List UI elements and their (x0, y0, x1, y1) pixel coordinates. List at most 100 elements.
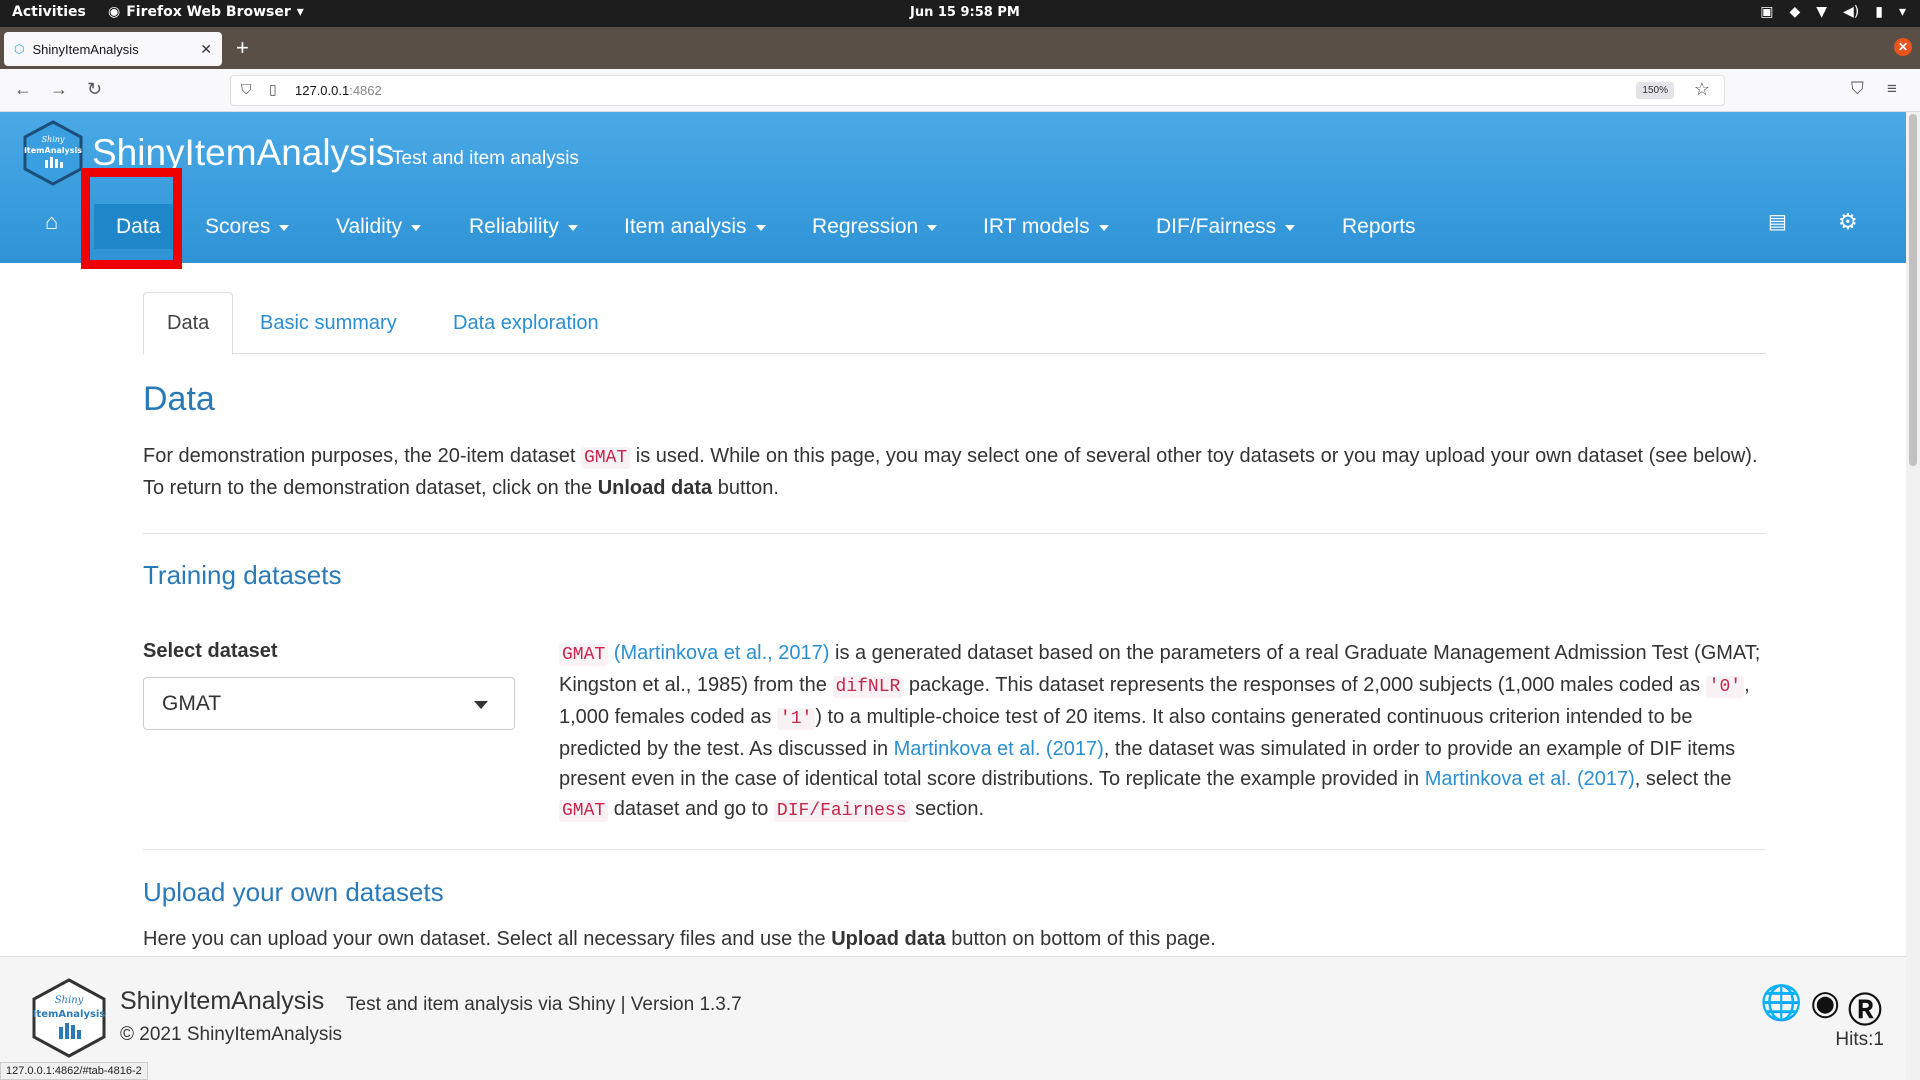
page-info-icon[interactable]: ▯ (269, 81, 277, 98)
activities-button[interactable]: Activities (12, 4, 86, 20)
desc-text: , select the (1634, 768, 1732, 790)
upload-text: button on bottom of this page. (945, 928, 1216, 950)
shield-icon[interactable]: ⛉ (241, 81, 252, 98)
system-tray[interactable]: ▣ ◆ ▼ ◀) ▮ ▾ (1760, 4, 1906, 20)
upload-text: Here you can upload your own dataset. Se… (143, 928, 832, 950)
forward-icon[interactable]: → (50, 79, 68, 100)
tab-title: ShinyItemAnalysis (32, 41, 139, 57)
r-icon[interactable]: Ⓡ (1848, 983, 1882, 1032)
desc-text: dataset and go to (608, 798, 774, 820)
menu-label: Reliability (469, 214, 559, 238)
svg-text:ItemAnalysis: ItemAnalysis (33, 1009, 106, 1020)
app-name: Firefox Web Browser (126, 4, 291, 20)
caret-down-icon (927, 224, 938, 231)
code-gmat: GMAT (581, 447, 631, 469)
scrollbar-thumb[interactable] (1909, 114, 1917, 466)
select-dataset-label: Select dataset (143, 640, 278, 662)
back-icon[interactable]: ← (14, 79, 32, 100)
menu-item-analysis[interactable]: Item analysis (624, 204, 766, 249)
desc-text: package. This dataset represents the res… (903, 674, 1706, 696)
globe-icon[interactable]: 🌐 (1760, 983, 1802, 1032)
divider (143, 849, 1766, 850)
tab-basic-summary[interactable]: Basic summary (237, 292, 420, 354)
app-menu[interactable]: ◉ Firefox Web Browser ▾ (108, 4, 304, 20)
svg-text:Shiny: Shiny (55, 995, 84, 1006)
browser-tab-bar: ⬡ ShinyItemAnalysis ✕ + ✕ (0, 27, 1920, 69)
zoom-level[interactable]: 150% (1636, 82, 1674, 99)
reload-icon[interactable]: ↻ (87, 79, 102, 100)
intro-paragraph: For demonstration purposes, the 20-item … (143, 441, 1768, 503)
menu-reliability[interactable]: Reliability (469, 204, 578, 249)
tab-data-exploration[interactable]: Data exploration (430, 292, 622, 354)
new-tab-button[interactable]: + (236, 35, 249, 61)
citation-link[interactable]: Martinkova et al. (2017) (1425, 768, 1635, 790)
footer-title: ShinyItemAnalysis (120, 987, 325, 1015)
github-icon[interactable]: ◉ (1810, 983, 1840, 1032)
main-content: Data Basic summary Data exploration Data… (0, 263, 1906, 956)
desc-text: section. (909, 798, 985, 820)
window-close-button[interactable]: ✕ (1894, 38, 1912, 56)
dataset-select[interactable]: GMAT (143, 677, 515, 730)
caret-down-icon (411, 224, 422, 231)
hamburger-menu-icon[interactable]: ≡ (1887, 79, 1897, 99)
divider (143, 533, 1766, 534)
browser-tab[interactable]: ⬡ ShinyItemAnalysis ✕ (4, 32, 222, 66)
menu-validity[interactable]: Validity (336, 204, 422, 249)
caret-down-icon (1098, 224, 1109, 231)
code-difnlr: difNLR (832, 676, 904, 698)
bookmark-star-icon[interactable]: ☆ (1694, 79, 1710, 100)
app-logo[interactable]: Shiny ItemAnalysis (20, 120, 86, 186)
svg-text:Shiny: Shiny (42, 135, 65, 144)
upload-bold: Upload data (831, 928, 946, 950)
caret-down-icon (1285, 224, 1296, 231)
volume-icon[interactable]: ◀) (1843, 4, 1859, 20)
teams-icon[interactable]: ◆ (1789, 4, 1800, 20)
wifi-icon[interactable]: ▼ (1816, 4, 1827, 20)
page-tabs: Data Basic summary Data exploration (143, 292, 1766, 355)
tab-data[interactable]: Data (143, 292, 234, 355)
book-icon[interactable]: ▤ (1768, 209, 1787, 234)
address-bar[interactable]: ⛉ ▯ 127.0.0.1:4862 150% ☆ (230, 75, 1725, 106)
url-text[interactable]: 127.0.0.1:4862 (295, 83, 382, 98)
intro-text: For demonstration purposes, the 20-item … (143, 445, 582, 467)
caret-down-icon (567, 224, 578, 231)
menu-dif-fairness[interactable]: DIF/Fairness (1156, 204, 1296, 249)
menu-label: Data (116, 214, 161, 238)
upload-heading: Upload your own datasets (143, 877, 444, 907)
code-one: '1' (776, 708, 816, 730)
app-title: ShinyItemAnalysis (92, 132, 395, 173)
menu-data[interactable]: Data (94, 204, 183, 249)
menu-reports[interactable]: Reports (1342, 204, 1416, 249)
training-heading: Training datasets (143, 560, 342, 590)
citation-link[interactable]: (Martinkova et al., 2017) (614, 642, 830, 664)
close-tab-icon[interactable]: ✕ (200, 41, 212, 58)
menu-irt-models[interactable]: IRT models (983, 204, 1109, 249)
upload-paragraph: Here you can upload your own dataset. Se… (143, 928, 1216, 951)
citation-link[interactable]: Martinkova et al. (2017) (894, 738, 1104, 760)
caret-down-icon (279, 224, 290, 231)
hits-counter: Hits:1 (1835, 1029, 1884, 1050)
home-icon[interactable]: ⌂ (45, 209, 58, 235)
menu-label: Item analysis (624, 214, 747, 238)
menu-label: Regression (812, 214, 919, 238)
pocket-icon[interactable]: ⛉ (1851, 79, 1864, 99)
clock[interactable]: Jun 15 9:58 PM (910, 5, 1020, 20)
menu-label: Validity (336, 214, 403, 238)
code-gmat: GMAT (559, 644, 609, 666)
code-gmat: GMAT (559, 800, 609, 822)
app-subtitle: Test and item analysis (392, 148, 579, 169)
display-icon[interactable]: ▣ (1760, 4, 1773, 20)
battery-icon[interactable]: ▮ (1875, 4, 1883, 20)
footer-logo: Shiny ItemAnalysis (32, 978, 106, 1058)
gear-icon[interactable]: ⚙ (1838, 209, 1858, 235)
tab-label: Data (167, 312, 210, 334)
footer-links: 🌐 ◉ Ⓡ (1760, 983, 1882, 1032)
tab-label: Basic summary (260, 311, 397, 334)
status-url: 127.0.0.1:4862/#tab-4816-2 (0, 1062, 148, 1080)
menu-scores[interactable]: Scores (205, 204, 290, 249)
menu-regression[interactable]: Regression (812, 204, 938, 249)
page-scrollbar[interactable] (1906, 112, 1920, 1080)
menu-label: IRT models (983, 214, 1090, 238)
firefox-icon: ◉ (108, 4, 121, 20)
power-menu-icon[interactable]: ▾ (1899, 4, 1906, 20)
